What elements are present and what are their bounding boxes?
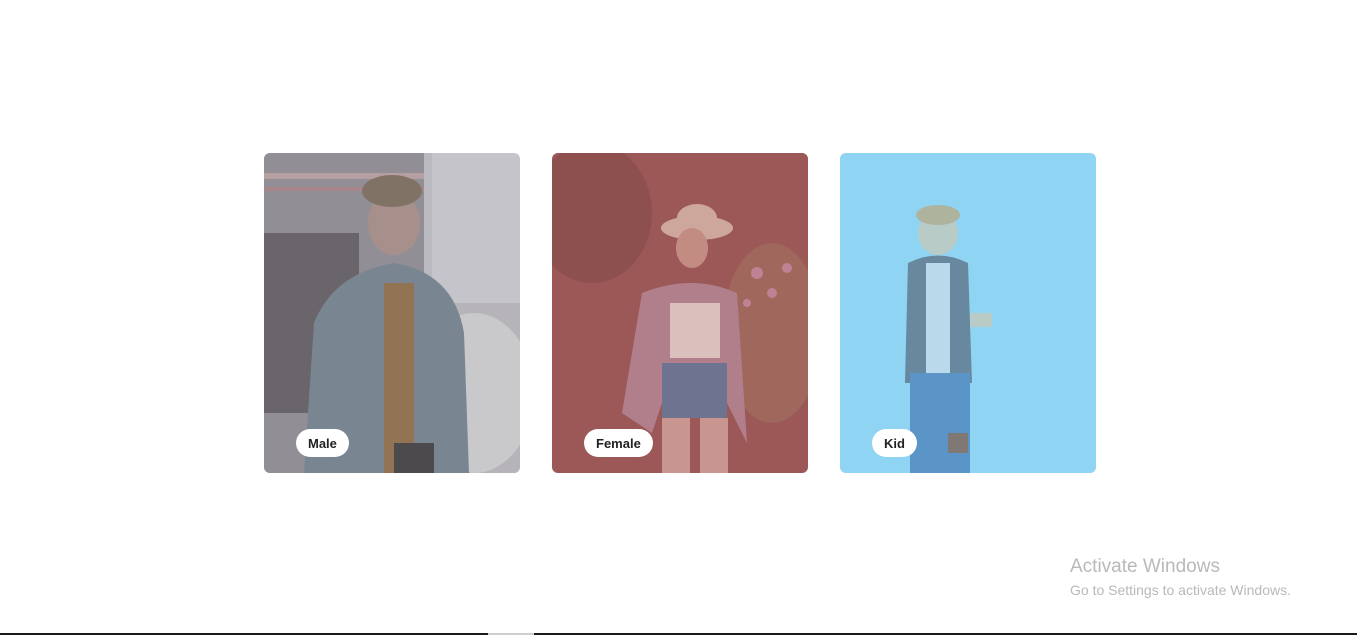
female-tint	[552, 153, 808, 473]
category-card-kid[interactable]: Kid	[840, 153, 1096, 473]
male-tint	[264, 153, 520, 473]
watermark-title: Activate Windows	[1070, 556, 1220, 577]
kid-tint	[840, 153, 1096, 473]
page: Male Female Kid Activate Windows Go to S…	[0, 0, 1357, 635]
activate-windows-watermark: Activate Windows Go to Settings to activ…	[1070, 556, 1291, 599]
category-label-female[interactable]: Female	[584, 429, 653, 457]
watermark-subtitle: Go to Settings to activate Windows.	[1070, 581, 1291, 598]
category-label-male[interactable]: Male	[296, 429, 349, 457]
category-label-kid[interactable]: Kid	[872, 429, 917, 457]
category-card-female[interactable]: Female	[552, 153, 808, 473]
category-card-male[interactable]: Male	[264, 153, 520, 473]
category-cards: Male Female Kid	[264, 153, 1096, 473]
